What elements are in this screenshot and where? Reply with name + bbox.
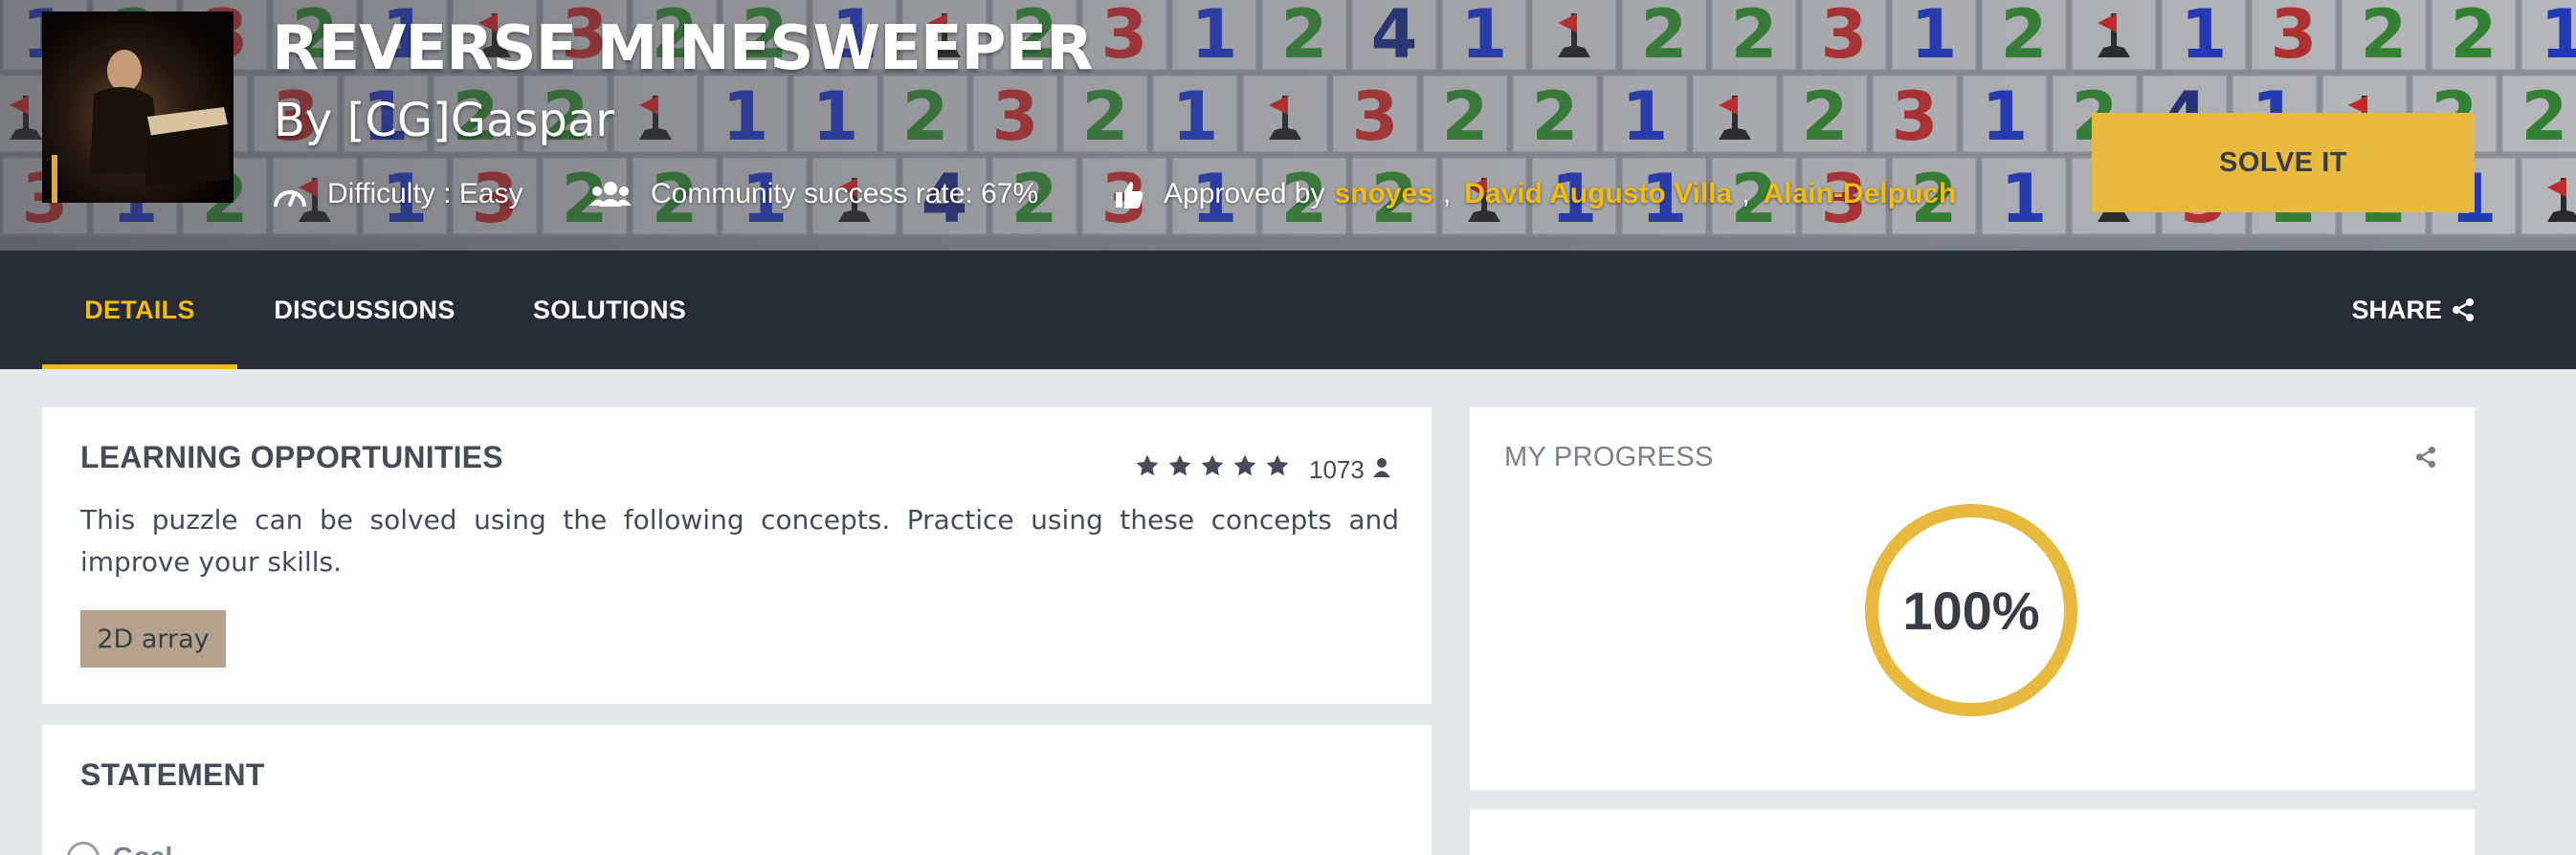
approver-link[interactable]: Alain-Delpuch bbox=[1764, 178, 1957, 210]
puzzle-header-banner: 1232132212312412231213221423122112321322… bbox=[0, 0, 2576, 251]
difficulty-info: Difficulty : Easy bbox=[272, 172, 523, 216]
users-icon bbox=[589, 182, 632, 207]
tab-details[interactable]: DETAILS bbox=[42, 251, 237, 369]
solve-it-button[interactable]: SOLVE IT bbox=[2092, 113, 2475, 212]
tab-solutions[interactable]: SOLUTIONS bbox=[522, 251, 697, 369]
progress-percentage: 100% bbox=[1902, 580, 2040, 641]
approver-link[interactable]: snoyes bbox=[1334, 178, 1432, 210]
user-icon bbox=[1373, 458, 1390, 477]
statement-title: STATEMENT bbox=[80, 757, 265, 792]
difficulty-label: Difficulty : Easy bbox=[327, 178, 523, 209]
rating-count: 1073 bbox=[1309, 455, 1365, 484]
my-progress-title: MY PROGRESS bbox=[1504, 442, 1714, 472]
details-tab-bar: DETAILS DISCUSSIONS SOLUTIONS SHARE bbox=[0, 251, 2576, 369]
concept-tag[interactable]: 2D array bbox=[80, 610, 226, 668]
star-icon[interactable] bbox=[1167, 453, 1192, 478]
learning-description: This puzzle can be solved using the foll… bbox=[80, 504, 1399, 578]
success-rate-label: Community success rate: 67% bbox=[651, 178, 1039, 209]
learning-opportunities-title: LEARNING OPPORTUNITIES bbox=[80, 440, 503, 474]
share-label: SHARE bbox=[2351, 295, 2442, 324]
gauge-icon bbox=[274, 190, 306, 208]
pianist-photo bbox=[42, 11, 233, 203]
approver-link[interactable]: David Augusto Villa bbox=[1464, 178, 1732, 210]
puzzle-title: REVERSE MINESWEEPER bbox=[272, 13, 1093, 84]
star-icon[interactable] bbox=[1232, 453, 1257, 478]
share-button[interactable]: SHARE bbox=[2351, 251, 2475, 369]
star-icon[interactable] bbox=[1200, 453, 1225, 478]
success-rate-info: Community success rate: 67% bbox=[589, 172, 1038, 216]
approved-by-info: Approved by snoyes , David Augusto Villa… bbox=[1114, 172, 1956, 216]
share-icon[interactable] bbox=[2415, 446, 2436, 469]
thumbs-up-icon bbox=[1116, 182, 1144, 208]
puzzle-author[interactable]: By [CG]Gaspar bbox=[274, 94, 614, 147]
side-card bbox=[1470, 809, 2475, 855]
separator: , bbox=[1442, 178, 1452, 209]
share-icon bbox=[2453, 298, 2474, 321]
star-icon[interactable] bbox=[1135, 453, 1160, 478]
separator: , bbox=[1742, 178, 1750, 209]
tab-discussions[interactable]: DISCUSSIONS bbox=[256, 251, 473, 369]
author-avatar bbox=[42, 11, 233, 203]
approved-label: Approved by bbox=[1164, 178, 1325, 209]
star-icon[interactable] bbox=[1265, 453, 1290, 478]
rating-stars[interactable] bbox=[1135, 453, 1290, 478]
goal-heading: Goal bbox=[113, 842, 172, 855]
